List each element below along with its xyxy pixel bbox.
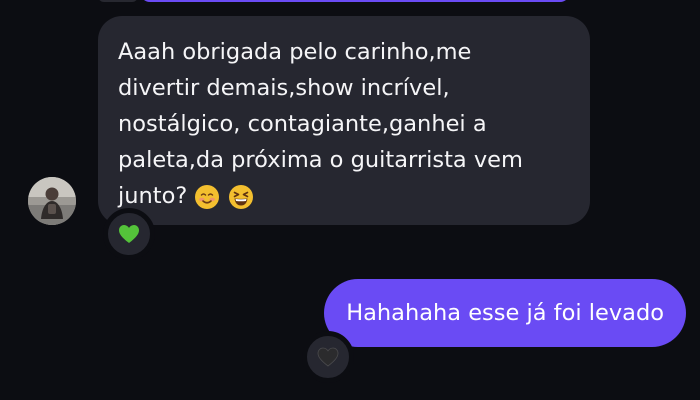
previous-outgoing-bubble-edge [140,0,570,2]
message-line: divertir demais,show incrível, [118,75,450,101]
incoming-message-bubble[interactable]: Aaah obrigada pelo carinho,me divertir d… [98,16,590,225]
reaction-black-heart[interactable] [302,331,354,383]
avatar[interactable] [28,177,76,225]
previous-incoming-bubble-edge [98,0,138,2]
message-last-line: junto? [118,178,570,214]
black-heart-icon [317,347,339,367]
outgoing-message-bubble[interactable]: Hahahaha esse já foi levado [324,279,686,347]
grinning-squinting-face-icon [228,184,254,210]
message-line: nostálgico, contagiante,ganhei a [118,111,487,137]
message-line: junto? [118,183,188,209]
reaction-green-heart[interactable] [103,208,155,260]
smiling-face-icon [194,184,220,210]
green-heart-icon [119,225,139,243]
message-line: Aaah obrigada pelo carinho,me [118,39,472,65]
message-line: paleta,da próxima o guitarrista vem [118,147,523,173]
